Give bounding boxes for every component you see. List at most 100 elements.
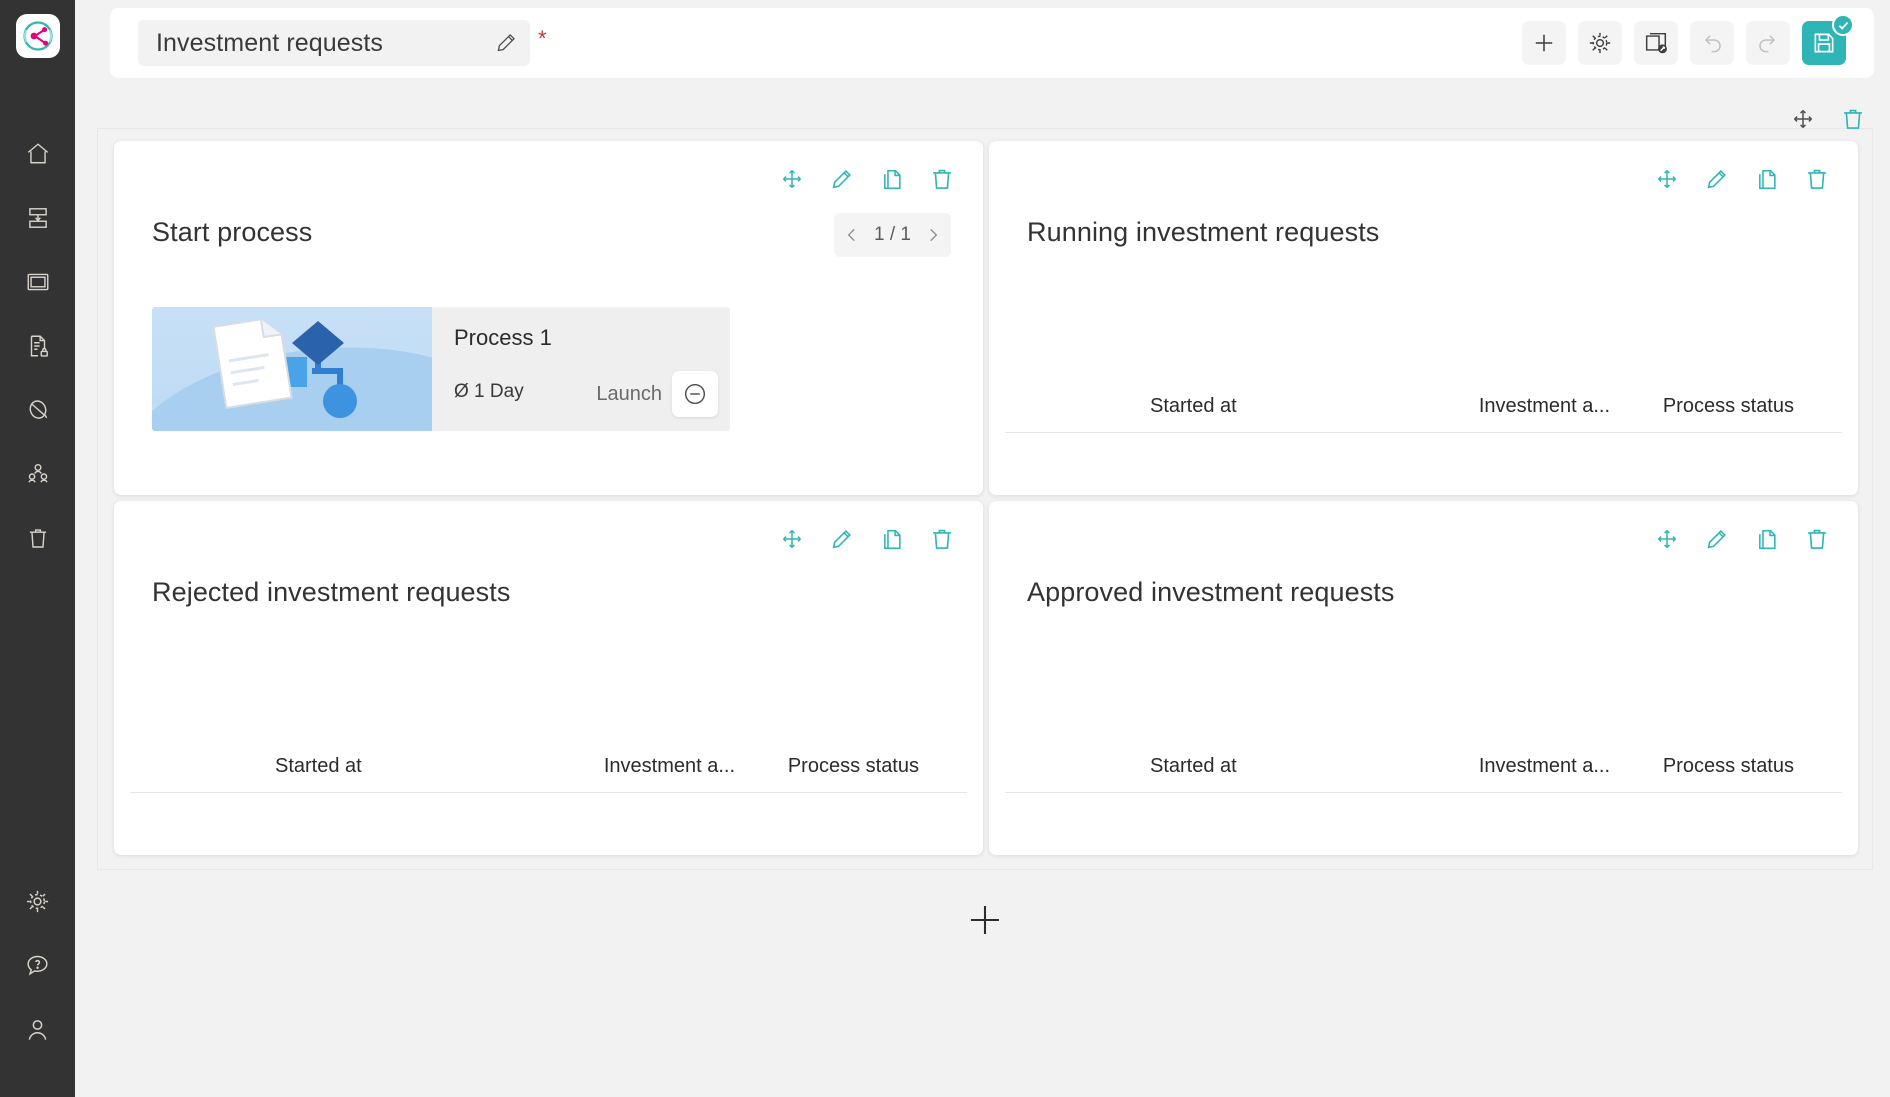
table-header-row: Started at Investment a... Process statu… bbox=[1005, 755, 1842, 793]
app-header: Investment requests * bbox=[110, 8, 1874, 78]
sidebar-item-processes[interactable] bbox=[10, 186, 66, 250]
save-button[interactable] bbox=[1802, 14, 1854, 65]
chevron-right-icon bbox=[930, 228, 938, 242]
sidebar-item-account[interactable] bbox=[10, 997, 66, 1061]
sidebar-item-recycle-bin[interactable] bbox=[10, 506, 66, 570]
section-container: Start process 1 / 1 Process 1 Ø 1 Day La… bbox=[97, 109, 1873, 870]
sidebar-item-help[interactable] bbox=[10, 933, 66, 997]
preview-window-icon bbox=[1645, 32, 1667, 54]
table-body-empty bbox=[130, 793, 967, 825]
requests-table: Started at Investment a... Process statu… bbox=[1005, 755, 1842, 825]
required-marker: * bbox=[538, 26, 547, 51]
app-title-field[interactable]: Investment requests bbox=[138, 20, 530, 66]
undo-icon bbox=[1704, 35, 1721, 53]
sidebar-item-organization[interactable] bbox=[10, 442, 66, 506]
process-tile[interactable]: Process 1 Ø 1 Day Launch bbox=[152, 307, 730, 431]
move-widget-button[interactable] bbox=[1655, 167, 1679, 191]
move-arrows-icon bbox=[782, 169, 802, 189]
app-title-value: Investment requests bbox=[156, 28, 384, 57]
delete-widget-button[interactable] bbox=[1804, 526, 1830, 552]
gear-icon bbox=[26, 890, 49, 912]
pager-next-button[interactable] bbox=[915, 213, 951, 257]
section-toolbar bbox=[1791, 106, 1866, 132]
delete-widget-button[interactable] bbox=[1804, 166, 1830, 192]
process-diagram-thumbnail bbox=[212, 318, 357, 418]
process-launch-area: Launch bbox=[596, 371, 718, 417]
widget-toolbar bbox=[1655, 526, 1830, 552]
sidebar-bottom-nav bbox=[10, 869, 66, 1061]
column-header-started-at[interactable]: Started at bbox=[1005, 395, 1435, 418]
plus-icon bbox=[1535, 34, 1553, 52]
delete-widget-button[interactable] bbox=[929, 166, 955, 192]
column-header-process-status[interactable]: Process status bbox=[735, 755, 925, 778]
sidebar-item-home[interactable] bbox=[10, 122, 66, 186]
column-header-investment-amount[interactable]: Investment a... bbox=[1435, 755, 1610, 778]
widget-title: Running investment requests bbox=[1027, 217, 1380, 247]
pencil-icon bbox=[1707, 169, 1726, 188]
window-icon bbox=[27, 273, 48, 291]
move-widget-button[interactable] bbox=[780, 527, 804, 551]
redo-button[interactable] bbox=[1746, 21, 1790, 65]
sidebar-item-settings[interactable] bbox=[10, 869, 66, 933]
sidebar-item-documents[interactable] bbox=[10, 314, 66, 378]
save-disk-icon bbox=[1814, 33, 1834, 53]
table-header-row: Started at Investment a... Process statu… bbox=[130, 755, 967, 793]
process-thumbnail bbox=[152, 307, 432, 431]
edit-widget-button[interactable] bbox=[1704, 527, 1729, 552]
move-widget-button[interactable] bbox=[780, 167, 804, 191]
process-name: Process 1 bbox=[454, 325, 552, 350]
column-header-process-status[interactable]: Process status bbox=[1610, 755, 1800, 778]
add-section-button[interactable] bbox=[965, 900, 1005, 940]
title-field-wrapper: Investment requests * bbox=[138, 20, 547, 66]
minus-circle-icon bbox=[684, 383, 706, 405]
copy-icon bbox=[1759, 169, 1776, 189]
duplicate-widget-button[interactable] bbox=[879, 167, 904, 192]
trash-icon bbox=[1808, 169, 1826, 189]
document-lock-icon bbox=[30, 335, 48, 357]
trash-icon bbox=[933, 169, 951, 189]
launch-button[interactable] bbox=[672, 371, 718, 417]
help-bubble-icon bbox=[27, 955, 48, 975]
edit-widget-button[interactable] bbox=[829, 527, 854, 552]
pencil-icon[interactable] bbox=[494, 31, 518, 55]
move-widget-button[interactable] bbox=[1655, 527, 1679, 551]
app-logo-icon bbox=[22, 21, 53, 51]
widget-title: Rejected investment requests bbox=[152, 577, 511, 607]
pager-prev-button[interactable] bbox=[834, 213, 870, 257]
column-header-started-at[interactable]: Started at bbox=[130, 755, 560, 778]
edit-widget-button[interactable] bbox=[829, 167, 854, 192]
column-header-process-status[interactable]: Process status bbox=[1610, 395, 1800, 418]
delete-section-button[interactable] bbox=[1840, 106, 1866, 132]
table-body-empty bbox=[1005, 433, 1842, 465]
duplicate-widget-button[interactable] bbox=[1754, 527, 1779, 552]
move-section-button[interactable] bbox=[1791, 107, 1815, 131]
column-header-investment-amount[interactable]: Investment a... bbox=[1435, 395, 1610, 418]
process-duration: Ø 1 Day bbox=[454, 381, 524, 402]
widget-grid: Start process 1 / 1 Process 1 Ø 1 Day La… bbox=[114, 141, 1858, 855]
table-body-empty bbox=[1005, 793, 1842, 825]
redo-icon bbox=[1759, 35, 1776, 53]
pencil-icon bbox=[832, 529, 851, 548]
requests-table: Started at Investment a... Process statu… bbox=[130, 755, 967, 825]
process-info: Process 1 Ø 1 Day Launch bbox=[432, 307, 730, 431]
plus-icon bbox=[971, 906, 999, 934]
widget-rejected-requests: Rejected investment requests Started at … bbox=[114, 501, 983, 855]
pencil-icon bbox=[832, 169, 851, 188]
widget-title: Start process bbox=[152, 217, 313, 247]
preview-button[interactable] bbox=[1634, 21, 1678, 65]
add-button[interactable] bbox=[1522, 21, 1566, 65]
undo-button[interactable] bbox=[1690, 21, 1734, 65]
save-status-badge bbox=[1832, 14, 1854, 36]
settings-button[interactable] bbox=[1578, 21, 1622, 65]
sidebar-item-applications[interactable] bbox=[10, 250, 66, 314]
column-header-started-at[interactable]: Started at bbox=[1005, 755, 1435, 778]
trash-icon bbox=[1808, 529, 1826, 549]
column-header-investment-amount[interactable]: Investment a... bbox=[560, 755, 735, 778]
sidebar-item-tags[interactable] bbox=[10, 378, 66, 442]
app-logo[interactable] bbox=[15, 14, 60, 58]
widget-start-process: Start process 1 / 1 Process 1 Ø 1 Day La… bbox=[114, 141, 983, 495]
duplicate-widget-button[interactable] bbox=[879, 527, 904, 552]
duplicate-widget-button[interactable] bbox=[1754, 167, 1779, 192]
edit-widget-button[interactable] bbox=[1704, 167, 1729, 192]
delete-widget-button[interactable] bbox=[929, 526, 955, 552]
